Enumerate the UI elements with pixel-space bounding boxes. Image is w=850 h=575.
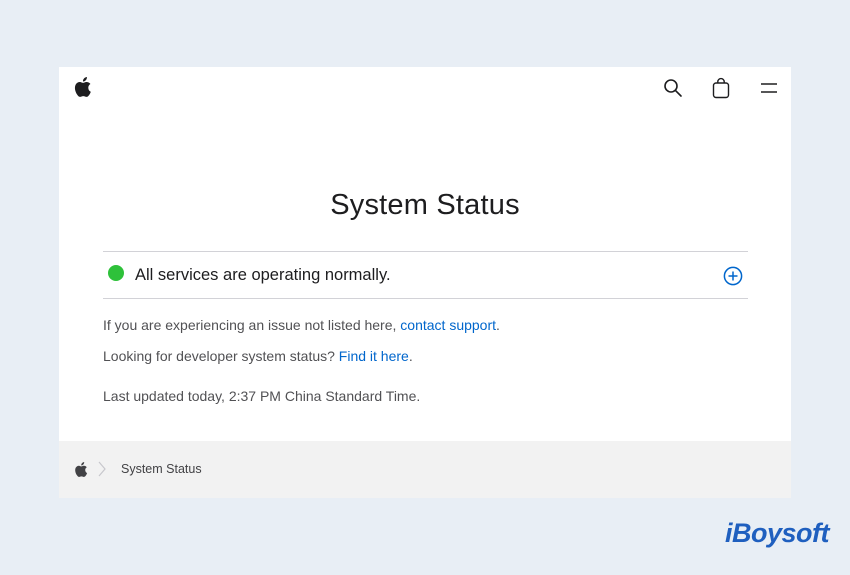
developer-status-text: Looking for developer system status? Fin…	[103, 348, 413, 364]
status-summary-row[interactable]: All services are operating normally.	[103, 251, 748, 299]
developer-status-link[interactable]: Find it here	[339, 348, 409, 364]
issue-help-suffix: .	[496, 317, 500, 333]
search-icon[interactable]	[663, 78, 683, 98]
iboysoft-watermark: iBoysoft	[725, 518, 830, 548]
status-indicator-dot	[108, 265, 124, 281]
shopping-bag-icon[interactable]	[711, 77, 731, 99]
apple-system-status-page: System Status All services are operating…	[59, 67, 791, 498]
contact-support-link[interactable]: contact support	[400, 317, 496, 333]
page-title: System Status	[330, 189, 520, 221]
footer-breadcrumb-bar: System Status	[59, 441, 791, 498]
issue-help-text: If you are experiencing an issue not lis…	[103, 317, 500, 333]
developer-status-suffix: .	[408, 348, 413, 364]
global-nav	[59, 67, 791, 109]
breadcrumb-current: System Status	[121, 462, 202, 476]
last-updated-text: Last updated today, 2:37 PM China Standa…	[103, 388, 421, 404]
status-message: All services are operating normally.	[135, 266, 391, 284]
issue-help-prefix: If you are experiencing an issue not lis…	[103, 317, 401, 333]
menu-icon[interactable]	[759, 79, 779, 97]
plus-circle-icon[interactable]	[723, 266, 743, 286]
developer-status-prefix: Looking for developer system status?	[103, 348, 339, 364]
chevron-right-icon	[98, 461, 106, 477]
apple-logo-icon[interactable]	[73, 461, 88, 478]
apple-logo-icon[interactable]	[72, 76, 92, 98]
